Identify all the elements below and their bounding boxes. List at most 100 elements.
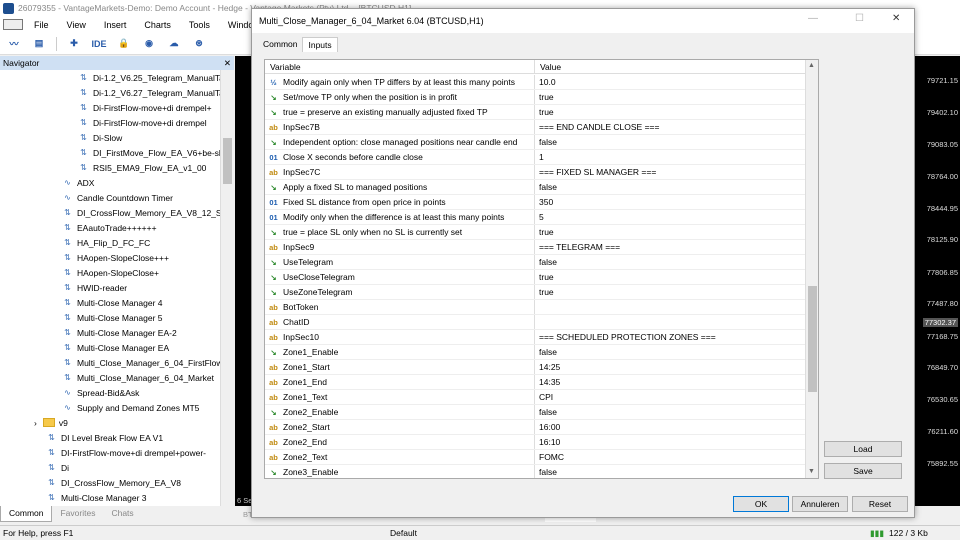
signal-icon[interactable]: ◉ [141, 37, 157, 51]
scroll-down-icon[interactable]: ▼ [808, 468, 815, 475]
cloud-icon[interactable]: ☁ [166, 37, 182, 51]
navigator-item[interactable]: ⇅ RSI5_EMA9_Flow_EA_v1_00 [78, 160, 206, 175]
menu-insert[interactable]: Insert [95, 20, 136, 30]
scroll-thumb[interactable] [808, 286, 817, 392]
value-cell[interactable]: 16:10 [535, 435, 806, 449]
value-cell[interactable]: === TELEGRAM === [535, 240, 806, 254]
vps-icon[interactable]: ⊛ [191, 37, 207, 51]
navigator-item[interactable]: ⇅ HA_Flip_D_FC_FC [62, 235, 150, 250]
chevron-right-icon[interactable]: › [34, 418, 37, 428]
navigator-item[interactable]: ⇅ EAautoTrade++++++ [62, 220, 156, 235]
navigator-item[interactable]: ∿ Spread-Bid&Ask [62, 385, 139, 400]
value-cell[interactable]: false [535, 345, 806, 359]
navigator-item[interactable]: ⇅ DI Level Break Flow EA V1 [46, 430, 163, 445]
table-scrollbar[interactable]: ▲ ▼ [805, 60, 818, 478]
navigator-scrollbar[interactable] [220, 70, 234, 506]
column-value[interactable]: Value [535, 60, 566, 73]
tab-chats[interactable]: Chats [103, 506, 141, 522]
value-cell[interactable]: true [535, 90, 806, 104]
navigator-item[interactable]: ∿ Candle Countdown Timer [62, 190, 173, 205]
table-row[interactable]: ↘ true = place SL only when no SL is curr… [265, 225, 806, 240]
table-row[interactable]: ab InpSec9 === TELEGRAM === [265, 240, 806, 255]
navigator-item[interactable]: ⇅ DI_CrossFlow_Memory_EA_V8_12_Sp [62, 205, 226, 220]
value-cell[interactable]: 5 [535, 210, 806, 224]
ide-button[interactable]: IDE [91, 37, 107, 51]
table-row[interactable]: ↘ Zone2_Enable false [265, 405, 806, 420]
table-row[interactable]: ab Zone1_Start 14:25 [265, 360, 806, 375]
cancel-button[interactable]: Annuleren [792, 496, 848, 512]
table-row[interactable]: ab InpSec7C === FIXED SL MANAGER === [265, 165, 806, 180]
menu-file[interactable]: File [25, 20, 58, 30]
value-cell[interactable] [535, 300, 806, 314]
navigator-item[interactable]: ⇅ Multi-Close Manager 3 [46, 490, 146, 505]
close-icon[interactable]: ✕ [224, 58, 231, 69]
value-cell[interactable]: CPI [535, 390, 806, 404]
table-row[interactable]: ↘ UseTelegram false [265, 255, 806, 270]
navigator-item[interactable]: ⇅ Di-FirstFlow-move+di drempel+ [78, 100, 211, 115]
navigator-item[interactable]: ⇅ Multi_Close_Manager_6_04_Market [62, 370, 214, 385]
value-cell[interactable]: 10.0 [535, 75, 806, 89]
table-row[interactable]: ab Zone2_Start 16:00 [265, 420, 806, 435]
value-cell[interactable]: 16:00 [535, 420, 806, 434]
navigator-item[interactable]: ⇅ Multi_Close_Manager_6_04_FirstFlow [62, 355, 222, 370]
value-cell[interactable]: true [535, 225, 806, 239]
tab-common[interactable]: Common [0, 506, 53, 522]
table-row[interactable]: ab ChatID [265, 315, 806, 330]
scroll-up-icon[interactable]: ▲ [808, 62, 815, 69]
navigator-item[interactable]: ⇅ DI_CrossFlow_Memory_EA_V8 [46, 475, 181, 490]
value-cell[interactable]: false [535, 465, 806, 478]
value-cell[interactable]: 1 [535, 150, 806, 164]
table-row[interactable]: ↘ UseZoneTelegram true [265, 285, 806, 300]
table-row[interactable]: ↘ UseCloseTelegram true [265, 270, 806, 285]
table-row[interactable]: ab Zone2_End 16:10 [265, 435, 806, 450]
value-cell[interactable]: 14:35 [535, 375, 806, 389]
ok-button[interactable]: OK [733, 496, 789, 512]
column-variable[interactable]: Variable [265, 60, 535, 73]
table-row[interactable]: ↘ Independent option: close managed posit… [265, 135, 806, 150]
table-row[interactable]: 01 Fixed SL distance from open price in p… [265, 195, 806, 210]
tab-inputs[interactable]: Inputs [302, 37, 338, 52]
table-row[interactable]: ab Zone2_Text FOMC [265, 450, 806, 465]
navigator-item[interactable]: ⇅ Di-Slow [78, 130, 122, 145]
navigator-item[interactable]: ⇅ DI_FirstMove_Flow_EA_V6+be-sl [78, 145, 221, 160]
value-cell[interactable]: false [535, 405, 806, 419]
table-row[interactable]: 01 Modify only when the difference is at … [265, 210, 806, 225]
navigator-item[interactable]: ∿ ADX [62, 175, 94, 190]
tab-favorites[interactable]: Favorites [52, 506, 103, 522]
table-row[interactable]: ab BotToken [265, 300, 806, 315]
load-button[interactable]: Load [824, 441, 902, 457]
navigator-item[interactable]: › v9 [34, 415, 68, 430]
value-cell[interactable]: 350 [535, 195, 806, 209]
navigator-item[interactable]: ⇅ Di-1.2_V6.27_Telegram_ManualTa [78, 85, 224, 100]
table-row[interactable]: ab InpSec7B === END CANDLE CLOSE === [265, 120, 806, 135]
table-row[interactable]: ab Zone1_End 14:35 [265, 375, 806, 390]
navigator-item[interactable]: ∿ Supply and Demand Zones MT5 [62, 400, 199, 415]
value-cell[interactable]: true [535, 285, 806, 299]
table-row[interactable]: ↘ Apply a fixed SL to managed positions fa… [265, 180, 806, 195]
chart-template-icon[interactable]: ▤ [31, 37, 47, 51]
table-row[interactable]: ↘ Zone3_Enable false [265, 465, 806, 478]
table-row[interactable]: ↘ true = preserve an existing manually ad… [265, 105, 806, 120]
lock-icon[interactable]: 🔒 [116, 37, 132, 51]
table-row[interactable]: ↘ Zone1_Enable false [265, 345, 806, 360]
navigator-item[interactable]: ⇅ HAopen-SlopeClose+++ [62, 250, 169, 265]
value-cell[interactable]: false [535, 135, 806, 149]
value-cell[interactable] [535, 315, 806, 329]
table-row[interactable]: ab Zone1_Text CPI [265, 390, 806, 405]
value-cell[interactable]: true [535, 270, 806, 284]
navigator-item[interactable]: ⇅ Multi-Close Manager EA-2 [62, 325, 177, 340]
save-button[interactable]: Save [824, 463, 902, 479]
menu-tools[interactable]: Tools [180, 20, 219, 30]
tab-common[interactable]: Common [258, 37, 302, 52]
value-cell[interactable]: === END CANDLE CLOSE === [535, 120, 806, 134]
new-program-icon[interactable]: ✚ [66, 37, 82, 51]
value-cell[interactable]: === SCHEDULED PROTECTION ZONES === [535, 330, 806, 344]
table-row[interactable]: ab InpSec10 === SCHEDULED PROTECTION ZONES… [265, 330, 806, 345]
minimize-icon[interactable]: — [808, 13, 818, 24]
navigator-item[interactable]: ⇅ DI-FirstFlow-move+di drempel+power- [46, 445, 206, 460]
navigator-item[interactable]: ⇅ Multi-Close Manager 5 [62, 310, 162, 325]
navigator-item[interactable]: ⇅ Multi-Close Manager EA [62, 340, 169, 355]
menu-charts[interactable]: Charts [135, 20, 180, 30]
value-cell[interactable]: 14:25 [535, 360, 806, 374]
maximize-icon[interactable]: ☐ [855, 13, 864, 24]
